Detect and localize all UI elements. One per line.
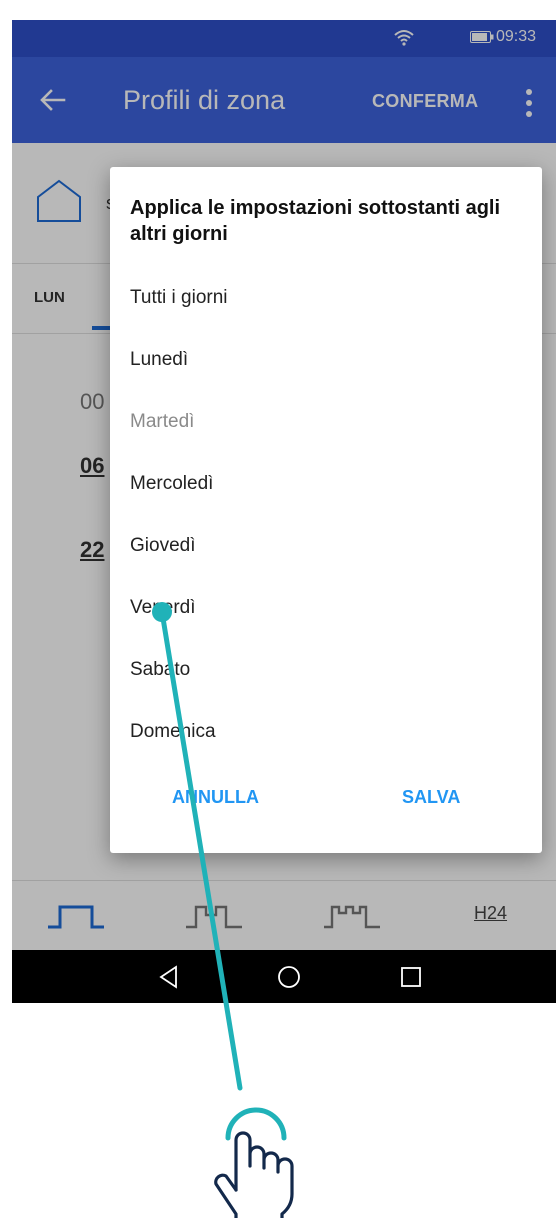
phone-screen: 09:33 Profili di zona CONFERMA s [12,20,556,1003]
nav-home-icon[interactable] [276,964,302,990]
stage: 09:33 Profili di zona CONFERMA s [0,0,556,1218]
option-domenica[interactable]: Domenica [130,721,216,743]
apply-days-dialog: Applica le impostazioni sottostanti agli… [110,167,542,853]
option-sabato[interactable]: Sabato [130,659,190,681]
option-mercoledi[interactable]: Mercoledì [130,473,213,495]
dialog-title: Applica le impostazioni sottostanti agli… [130,197,501,245]
nav-recents-icon[interactable] [398,964,424,990]
nav-back-icon[interactable] [156,964,182,990]
option-lunedi[interactable]: Lunedì [130,349,188,371]
option-martedi: Martedì [130,411,195,432]
hand-pointer-icon [214,1107,294,1218]
option-tutti-i-giorni[interactable]: Tutti i giorni [130,287,228,309]
cancel-button[interactable]: ANNULLA [172,787,259,808]
android-nav-bar [12,950,556,1003]
save-button[interactable]: SALVA [402,787,460,808]
option-venerdi[interactable]: Venerdì [130,597,196,619]
option-giovedi[interactable]: Giovedì [130,535,195,557]
